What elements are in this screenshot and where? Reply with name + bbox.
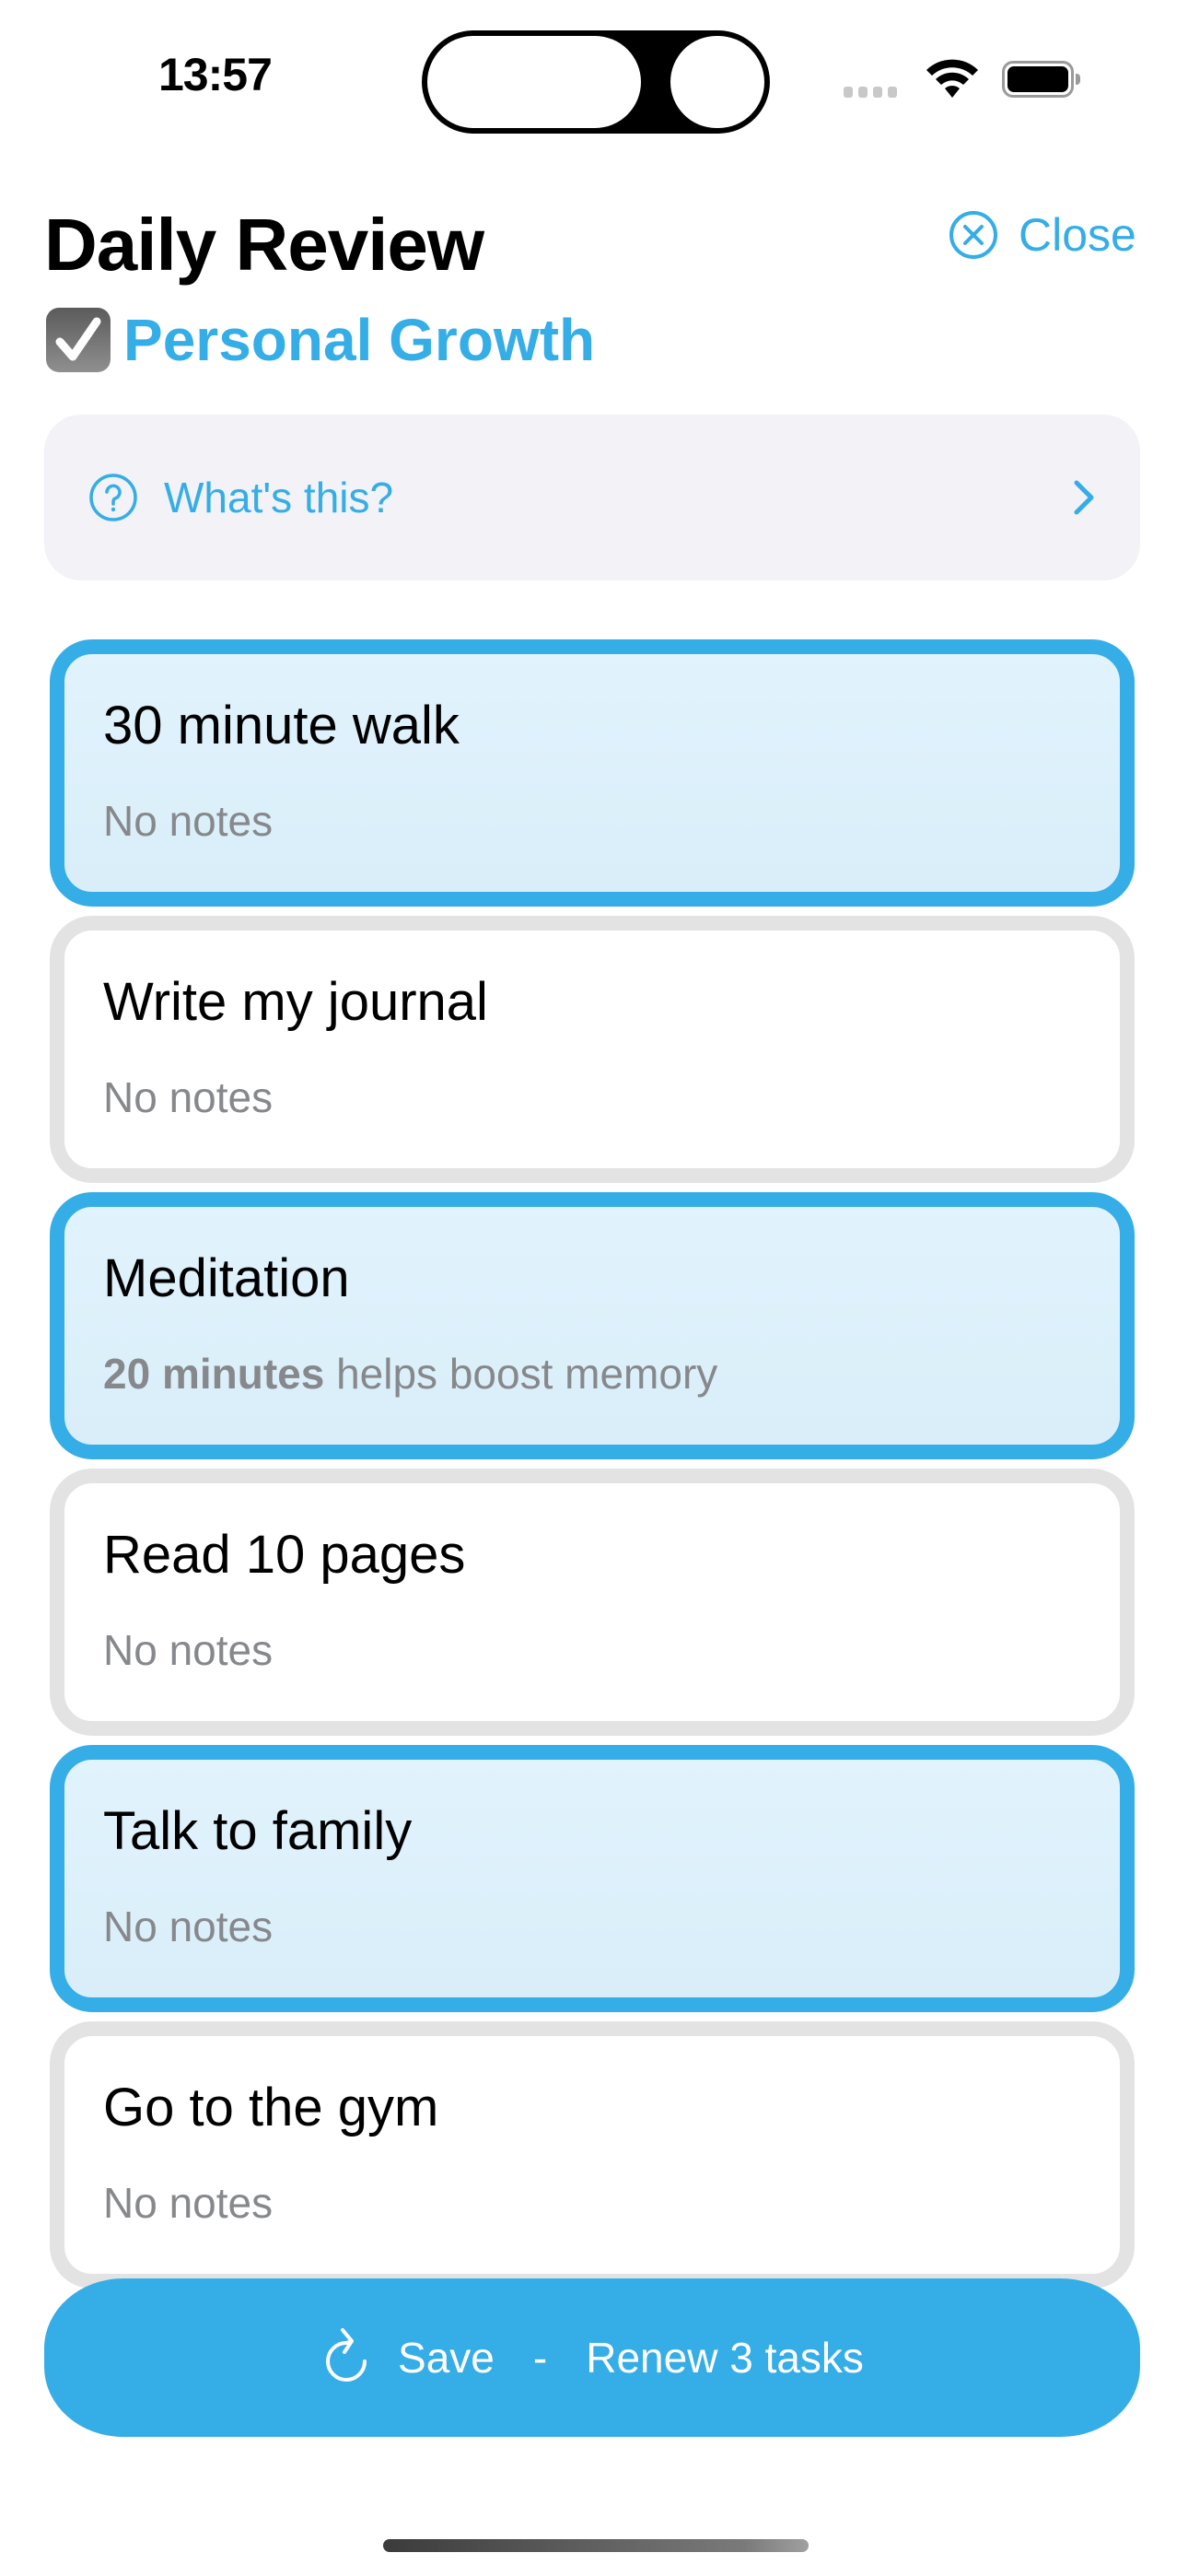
- chevron-right-icon: [1074, 480, 1094, 515]
- battery-icon: [1002, 61, 1080, 98]
- task-title: Write my journal: [103, 972, 488, 1032]
- home-indicator: [383, 2539, 809, 2552]
- whats-this-label: What's this?: [164, 474, 394, 521]
- task-note: No notes: [103, 796, 1120, 846]
- checkbox-checked-icon: [46, 308, 111, 372]
- task-title: Meditation: [103, 1248, 350, 1308]
- task-card[interactable]: Meditation 20 minutes helps boost memory: [50, 1192, 1135, 1459]
- task-title: Go to the gym: [103, 2078, 439, 2137]
- task-note-text: helps boost memory: [324, 1349, 718, 1398]
- task-card[interactable]: Write my journal No notes: [50, 916, 1135, 1183]
- page-title: Daily Review: [44, 204, 484, 286]
- close-label: Close: [1019, 209, 1136, 261]
- xmark-circle-icon: [949, 211, 997, 259]
- save-label: Save: [398, 2334, 495, 2382]
- arrow-clockwise-icon: [326, 2328, 367, 2382]
- save-renew-button[interactable]: Save - Renew 3 tasks: [44, 2278, 1140, 2437]
- task-note-text: No notes: [103, 2178, 274, 2227]
- task-note: No notes: [103, 1072, 1120, 1122]
- task-title: Read 10 pages: [103, 1525, 466, 1585]
- task-note: No notes: [103, 1902, 1120, 1951]
- island-pill-left: [427, 36, 641, 128]
- task-card[interactable]: Go to the gym No notes: [50, 2021, 1135, 2289]
- task-note: No notes: [103, 2178, 1120, 2228]
- close-button[interactable]: Close: [949, 208, 1136, 262]
- task-title: 30 minute walk: [103, 696, 460, 755]
- status-time: 13:57: [158, 49, 273, 100]
- question-circle-icon: [89, 474, 137, 521]
- island-pill-right: [670, 36, 764, 128]
- task-list: 30 minute walk No notes Write my journal…: [50, 639, 1135, 2298]
- task-note-text: No notes: [103, 796, 274, 845]
- task-note: 20 minutes helps boost memory: [103, 1349, 1120, 1399]
- task-note-text: No notes: [103, 1625, 274, 1674]
- task-title: Talk to family: [103, 1801, 413, 1861]
- cellular-signal-icon: [844, 87, 897, 98]
- save-detail: Renew 3 tasks: [586, 2334, 864, 2382]
- task-note-text: No notes: [103, 1902, 274, 1950]
- task-card[interactable]: 30 minute walk No notes: [50, 639, 1135, 907]
- task-card[interactable]: Talk to family No notes: [50, 1745, 1135, 2012]
- wifi-icon: [926, 59, 978, 98]
- task-note-bold: 20 minutes: [103, 1349, 325, 1398]
- task-note-text: No notes: [103, 1072, 274, 1121]
- category-header: Personal Growth: [46, 306, 595, 374]
- whats-this-row[interactable]: What's this?: [44, 415, 1140, 580]
- save-separator: -: [532, 2334, 548, 2382]
- task-note: No notes: [103, 1625, 1120, 1675]
- category-label: Personal Growth: [123, 307, 596, 373]
- task-card[interactable]: Read 10 pages No notes: [50, 1469, 1135, 1736]
- dynamic-island: [422, 30, 770, 134]
